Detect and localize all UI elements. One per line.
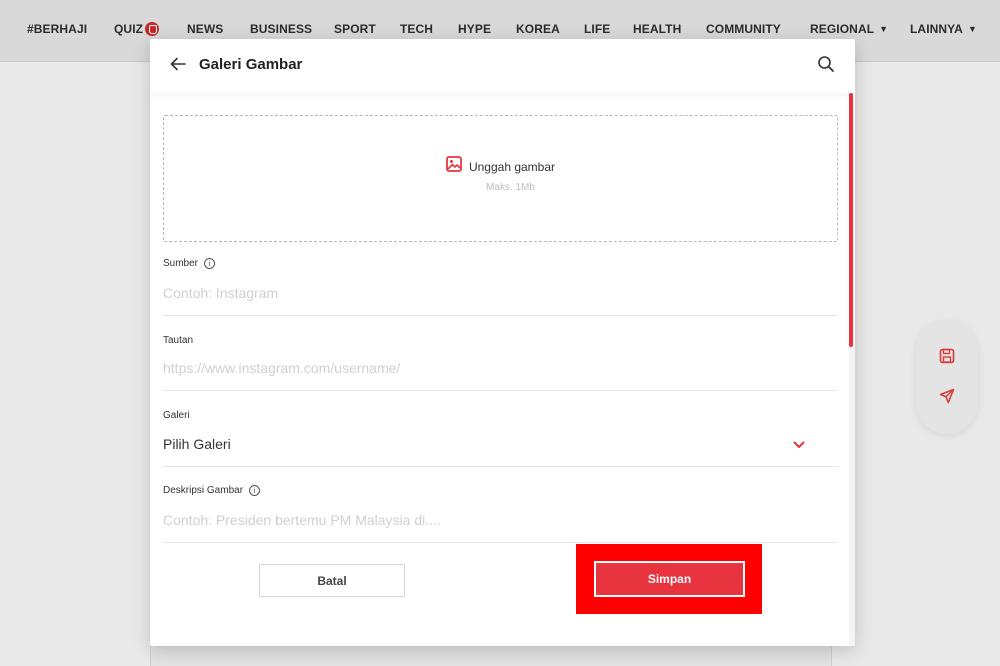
search-icon[interactable] [814, 52, 838, 76]
nav-item-label: REGIONAL [810, 22, 875, 36]
gallery-image-modal: Galeri Gambar Unggah gambar Maks. 1Mb Su… [150, 39, 855, 646]
field-divider [163, 466, 838, 467]
caret-down-icon: ▼ [879, 24, 889, 34]
save-button[interactable]: Simpan [594, 561, 745, 597]
quiz-badge-icon [145, 22, 160, 36]
link-field-label-row: Tautan [163, 335, 193, 346]
info-icon[interactable]: i [249, 485, 261, 496]
upload-label: Unggah gambar [468, 159, 556, 174]
nav-item-berhaji[interactable]: #BERHAJI [27, 21, 87, 37]
modal-header: Galeri Gambar [150, 39, 855, 93]
source-input[interactable] [163, 280, 838, 306]
description-input[interactable] [163, 507, 838, 533]
gallery-field-label: Galeri [163, 410, 190, 421]
description-field-label: Deskripsi Gambar [163, 485, 244, 496]
nav-item-news[interactable]: NEWS [187, 21, 223, 37]
image-upload-dropzone[interactable]: Unggah gambar Maks. 1Mb [163, 115, 838, 242]
field-divider [163, 542, 838, 543]
source-field-label: Sumber [163, 258, 199, 269]
save-button-highlight: Simpan [576, 544, 762, 614]
upload-row: Unggah gambar [446, 156, 555, 177]
caret-down-icon: ▼ [967, 24, 977, 34]
chevron-down-icon[interactable] [792, 438, 806, 452]
gallery-select[interactable] [163, 429, 838, 465]
nav-item-tech[interactable]: TECH [400, 21, 433, 37]
nav-item-regional[interactable]: REGIONAL ▼ [810, 21, 888, 37]
nav-item-business[interactable]: BUSINESS [250, 21, 312, 37]
nav-item-korea[interactable]: KOREA [516, 21, 560, 37]
send-icon[interactable] [935, 384, 959, 408]
nav-item-lainnya[interactable]: LAINNYA ▼ [910, 21, 977, 37]
link-field-label: Tautan [163, 335, 194, 346]
info-icon[interactable]: i [204, 258, 216, 269]
nav-item-label: QUIZ [114, 22, 144, 36]
floating-actions [916, 320, 978, 434]
gallery-select-value: Pilih Galeri [163, 436, 231, 452]
field-divider [163, 390, 838, 391]
gallery-field-label-row: Galeri [163, 410, 190, 421]
scrollbar-thumb[interactable] [849, 93, 853, 347]
nav-item-hype[interactable]: HYPE [458, 21, 491, 37]
nav-item-sport[interactable]: SPORT [334, 21, 376, 37]
upload-content: Unggah gambar Maks. 1Mb [164, 156, 837, 193]
nav-item-health[interactable]: HEALTH [633, 21, 681, 37]
nav-item-quiz[interactable]: QUIZ [114, 21, 160, 37]
field-divider [163, 315, 838, 316]
nav-item-community[interactable]: COMMUNITY [706, 21, 781, 37]
image-icon [446, 156, 462, 177]
save-draft-icon[interactable] [935, 344, 959, 368]
source-field-label-row: Sumber i [163, 258, 216, 269]
modal-title: Galeri Gambar [199, 56, 303, 73]
cancel-button[interactable]: Batal [259, 564, 405, 597]
nav-item-label: LAINNYA [910, 22, 963, 36]
link-input[interactable] [163, 355, 838, 381]
upload-size-hint: Maks. 1Mb [486, 182, 535, 193]
nav-item-life[interactable]: LIFE [584, 21, 610, 37]
description-field-label-row: Deskripsi Gambar i [163, 485, 261, 496]
back-arrow-icon[interactable] [167, 53, 189, 75]
modal-scrollbar[interactable] [849, 93, 855, 646]
